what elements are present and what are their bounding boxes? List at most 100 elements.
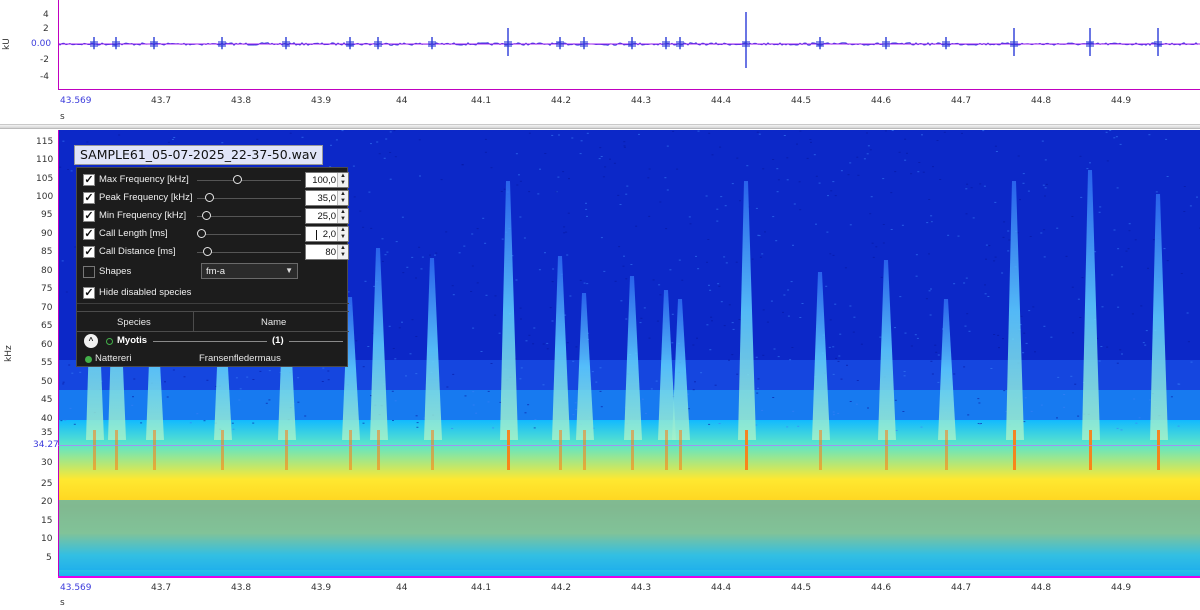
shapes-checkbox[interactable] xyxy=(83,266,95,278)
chevron-down-icon[interactable]: ▼ xyxy=(339,198,347,205)
spectrogram-speckle xyxy=(988,245,991,247)
chevron-up-icon[interactable]: ▲ xyxy=(339,227,347,234)
call-distance-slider-track[interactable] xyxy=(197,252,301,253)
spectrogram-speckle xyxy=(528,334,531,336)
spectrogram-speckle xyxy=(625,318,628,320)
call-length-slider-thumb[interactable] xyxy=(197,229,206,238)
chevron-down-icon[interactable]: ▼ xyxy=(339,234,347,241)
waveform-x-tick: 44.8 xyxy=(1031,96,1052,106)
spectrogram-speckle xyxy=(476,228,479,230)
call-length-stepper[interactable]: 2,0 ▲ ▼ xyxy=(305,226,349,242)
waveform-view[interactable]: 4 2 0.00 -2 -4 kU 43.569 43.7 43.8 43.9 … xyxy=(0,0,1200,126)
spectrogram-speckle xyxy=(471,265,474,267)
max-frequency-slider-track[interactable] xyxy=(197,180,301,181)
call-length-checkbox[interactable]: ✓ xyxy=(83,228,95,240)
frequency-cursor-line[interactable] xyxy=(58,445,1200,446)
spectrogram-speckle xyxy=(393,130,396,132)
spectrogram-speckle xyxy=(723,256,726,258)
waveform-y-axis-line xyxy=(58,0,59,90)
chevron-up-icon[interactable]: ▲ xyxy=(339,173,347,180)
max-frequency-slider-thumb[interactable] xyxy=(233,175,242,184)
spectrogram-speckle xyxy=(1163,248,1166,250)
species-group-row[interactable]: ^ Myotis (1) xyxy=(77,332,349,350)
spectrogram-speckle xyxy=(849,224,852,226)
spectrogram-speckle xyxy=(1187,341,1190,343)
min-frequency-stepper[interactable]: 25,0 ▲ ▼ xyxy=(305,208,349,224)
peak-frequency-slider-thumb[interactable] xyxy=(205,193,214,202)
chevron-up-icon[interactable]: ▲ xyxy=(339,191,347,198)
pane-splitter[interactable] xyxy=(0,124,1200,129)
call-distance-value[interactable]: 80 xyxy=(325,247,336,258)
call-length-value[interactable]: 2,0 xyxy=(323,229,336,240)
peak-frequency-value[interactable]: 35,0 xyxy=(318,193,337,204)
spectrogram-speckle xyxy=(370,227,373,229)
spectrogram-speckle xyxy=(528,191,531,193)
spectrogram-speckle xyxy=(738,319,741,320)
spectrogram-speckle xyxy=(297,401,300,403)
spectrogram-speckle xyxy=(926,222,929,224)
chevron-down-icon[interactable]: ▼ xyxy=(339,216,347,223)
spectrogram-speckle xyxy=(619,204,622,205)
peak-frequency-checkbox[interactable]: ✓ xyxy=(83,192,95,204)
call-distance-stepper[interactable]: 80 ▲ ▼ xyxy=(305,244,349,260)
peak-frequency-stepper[interactable]: 35,0 ▲ ▼ xyxy=(305,190,349,206)
spectrogram-speckle xyxy=(757,378,760,380)
spectrogram-speckle xyxy=(626,185,629,187)
spectrogram-speckle xyxy=(1099,206,1102,208)
spectrogram-speckle xyxy=(967,414,970,416)
spectrogram-y-tick: 75 xyxy=(41,284,53,294)
max-frequency-checkbox[interactable]: ✓ xyxy=(83,174,95,186)
spectrogram-speckle xyxy=(1148,134,1151,136)
chevron-up-icon[interactable]: ▲ xyxy=(339,209,347,216)
min-frequency-value[interactable]: 25,0 xyxy=(318,211,337,222)
spectrogram-speckle xyxy=(613,162,616,164)
hide-disabled-checkbox[interactable]: ✓ xyxy=(83,287,95,299)
spectrogram-speckle xyxy=(463,245,466,247)
call-distance-slider-thumb[interactable] xyxy=(203,247,212,256)
min-frequency-slider-track[interactable] xyxy=(197,216,301,217)
spectrogram-speckle xyxy=(533,327,536,329)
spectrogram-speckle xyxy=(494,295,497,297)
spectrogram-speckle xyxy=(452,373,455,375)
spectrogram-x-tick: 44.2 xyxy=(551,583,572,593)
spectrogram-speckle xyxy=(1133,398,1136,400)
spectrogram-speckle xyxy=(718,285,721,287)
spectrogram-speckle xyxy=(461,164,464,166)
call-distance-checkbox[interactable]: ✓ xyxy=(83,246,95,258)
spectrogram-speckle xyxy=(585,202,587,204)
spectrogram-x-tick: 43.7 xyxy=(151,583,172,593)
spectrogram-speckle xyxy=(1128,223,1131,225)
chevron-up-icon[interactable]: ▲ xyxy=(339,245,347,252)
max-frequency-value[interactable]: 100,0 xyxy=(312,175,336,186)
spectrogram-speckle xyxy=(787,315,790,317)
spectrogram-speckle xyxy=(600,406,603,408)
spectrogram-speckle xyxy=(579,279,582,281)
min-frequency-checkbox[interactable]: ✓ xyxy=(83,210,95,222)
shapes-dropdown[interactable]: fm-a ▼ xyxy=(201,263,298,279)
spectrogram-speckle xyxy=(786,157,789,159)
spectrogram-speckle xyxy=(895,430,898,431)
spectrogram-speckle xyxy=(863,158,866,160)
table-row[interactable]: Nattereri Fransenfledermaus xyxy=(77,350,349,368)
spectrogram-speckle xyxy=(353,196,356,198)
waveform-x-unit: s xyxy=(60,112,65,122)
spectrogram-speckle xyxy=(775,240,778,242)
column-header-species[interactable]: Species xyxy=(117,317,151,328)
waveform-call-burst-body xyxy=(1154,41,1162,47)
filter-row-peak-frequency: ✓ Peak Frequency [kHz] 35,0 ▲ ▼ xyxy=(77,189,349,207)
spectrogram-speckle xyxy=(59,166,62,168)
check-icon: ✓ xyxy=(84,192,94,204)
spectrogram-y-tick: 30 xyxy=(41,458,53,468)
max-frequency-stepper[interactable]: 100,0 ▲ ▼ xyxy=(305,172,349,188)
min-frequency-slider-thumb[interactable] xyxy=(202,211,211,220)
chevron-up-circle-icon[interactable]: ^ xyxy=(84,334,98,348)
spectrogram-speckle xyxy=(485,294,488,296)
spectrogram-speckle xyxy=(928,290,931,292)
waveform-plot[interactable] xyxy=(58,0,1200,90)
column-header-name[interactable]: Name xyxy=(261,317,286,328)
spectrogram-speckle xyxy=(1177,383,1180,385)
spectrogram-speckle xyxy=(64,419,67,421)
chevron-down-icon[interactable]: ▼ xyxy=(339,180,347,187)
call-length-slider-track[interactable] xyxy=(197,234,301,235)
chevron-down-icon[interactable]: ▼ xyxy=(339,252,347,259)
